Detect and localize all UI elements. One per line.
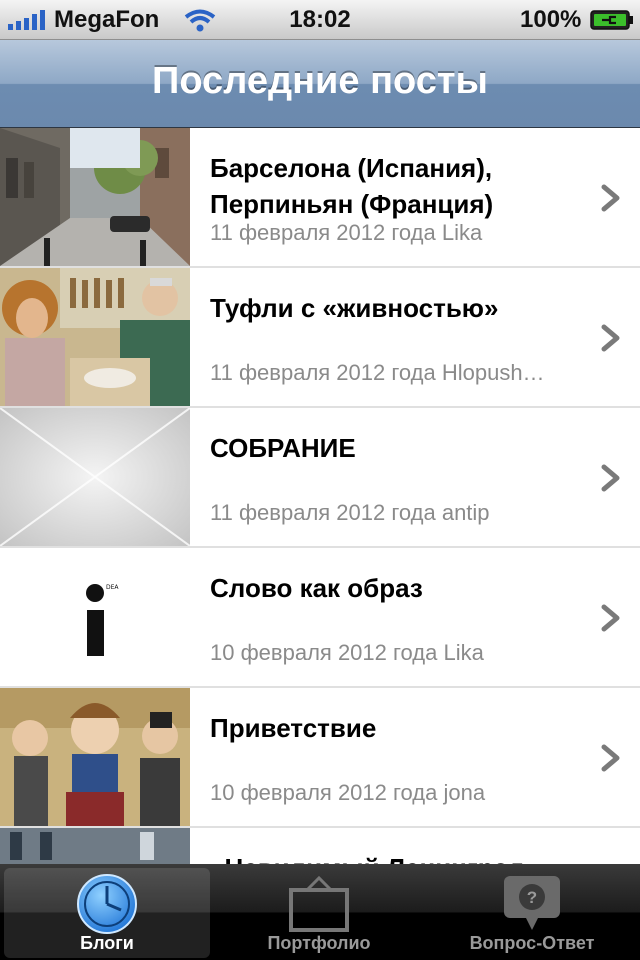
chevron-right-icon <box>601 604 620 632</box>
post-thumbnail <box>0 828 190 864</box>
tab-bar: Блоги Портфолио ? Вопрос-Ответ <box>0 864 640 960</box>
svg-text:?: ? <box>527 888 537 907</box>
picture-frame-icon <box>289 875 349 932</box>
chevron-right-icon <box>601 744 620 772</box>
tab-label: Портфолио <box>267 933 371 953</box>
navigation-bar: Последние посты <box>0 40 640 128</box>
tab-blogs[interactable]: Блоги <box>4 868 210 958</box>
post-title: Барселона (Испания), Перпиньян (Франция) <box>210 153 494 219</box>
street-photo-image <box>0 128 190 266</box>
posts-list[interactable]: Барселона (Испания), Перпиньян (Франция)… <box>0 128 640 864</box>
battery-charging-icon <box>590 10 633 30</box>
workshop-photo-image <box>0 268 190 406</box>
post-title: Слово как образ <box>210 573 423 603</box>
building-photo-image <box>0 828 190 864</box>
placeholder-image <box>0 408 190 546</box>
tab-label: Блоги <box>80 933 134 953</box>
post-title: «Невидимый Ленинград» <box>210 850 580 864</box>
post-meta: 11 февраля 2012 года Hlopush… <box>210 360 545 385</box>
tab-portfolio[interactable]: Портфолио <box>216 868 422 958</box>
clock-icon <box>77 874 137 934</box>
status-bar: MegaFon 18:02 100% <box>0 0 640 40</box>
post-thumbnail: DEA <box>0 548 190 686</box>
post-thumbnail <box>0 688 190 826</box>
post-meta: 10 февраля 2012 года jona <box>210 780 486 805</box>
post-thumbnail <box>0 268 190 406</box>
list-item[interactable]: DEA Слово как образ 10 февраля 2012 года… <box>0 548 640 688</box>
post-meta: 11 февраля 2012 года antip <box>210 500 490 525</box>
post-title: Приветствие <box>210 713 377 743</box>
idea-logo-image: DEA <box>0 548 190 686</box>
tab-qa[interactable]: ? Вопрос-Ответ <box>428 868 636 958</box>
chevron-right-icon <box>601 464 620 492</box>
post-meta: 11 февраля 2012 года Lika <box>210 220 483 245</box>
list-item[interactable]: «Невидимый Ленинград» <box>0 828 640 864</box>
chevron-right-icon <box>601 324 620 352</box>
page-title: Последние посты <box>152 60 488 102</box>
question-bubble-icon: ? <box>504 876 560 930</box>
post-meta: 10 февраля 2012 года Lika <box>210 640 484 665</box>
dolls-photo-image <box>0 688 190 826</box>
list-item[interactable]: СОБРАНИЕ 11 февраля 2012 года antip <box>0 408 640 548</box>
list-item[interactable]: Приветствие 10 февраля 2012 года jona <box>0 688 640 828</box>
post-title: Туфли с «живностью» <box>210 293 499 323</box>
tab-label: Вопрос-Ответ <box>469 933 595 953</box>
post-thumbnail <box>0 408 190 546</box>
post-title: СОБРАНИЕ <box>210 433 356 463</box>
post-thumbnail <box>0 128 190 266</box>
list-item[interactable]: Туфли с «живностью» 11 февраля 2012 года… <box>0 268 640 408</box>
battery-percentage: 100% <box>520 6 582 33</box>
idea-logo-text: DEA <box>106 584 119 591</box>
chevron-right-icon <box>601 184 620 212</box>
list-item[interactable]: Барселона (Испания), Перпиньян (Франция)… <box>0 128 640 268</box>
